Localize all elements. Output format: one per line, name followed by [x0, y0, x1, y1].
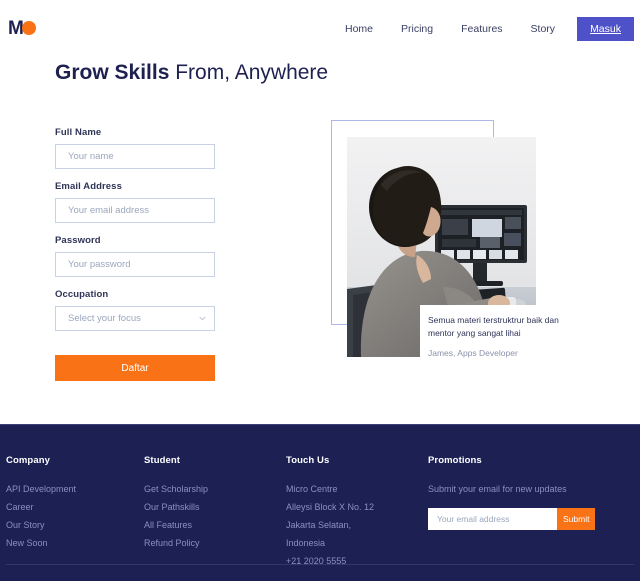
footer-column-title: Student — [144, 455, 181, 466]
occupation-select-value: Select your focus — [55, 306, 215, 331]
password-label: Password — [55, 235, 101, 246]
footer-column-title: Touch Us — [286, 455, 330, 466]
footer-link-refund-policy[interactable]: Refund Policy — [144, 534, 286, 552]
page-title: Grow Skills From, Anywhere — [55, 58, 345, 88]
footer-link-api-development[interactable]: API Development — [6, 480, 144, 498]
nav-item-story[interactable]: Story — [517, 17, 570, 41]
page-title-emphasis: Grow Skills — [55, 61, 170, 84]
footer-column-company: Company API Development Career Our Story… — [6, 455, 144, 570]
footer-link-career[interactable]: Career — [6, 498, 144, 516]
email-label: Email Address — [55, 181, 122, 192]
full-name-label: Full Name — [55, 127, 102, 138]
footer-top-divider — [0, 424, 640, 425]
nav-item-pricing[interactable]: Pricing — [387, 17, 447, 41]
footer-column-touch-us: Touch Us Micro Centre Alleysi Block X No… — [286, 455, 428, 570]
footer-address-line-1: Micro Centre — [286, 484, 338, 494]
footer-columns: Company API Development Career Our Story… — [6, 455, 640, 570]
footer-bottom-divider — [6, 564, 634, 565]
full-name-input[interactable] — [55, 144, 215, 169]
chevron-down-icon — [199, 315, 206, 322]
signup-form: Full Name Email Address Password Occupat… — [55, 127, 215, 343]
footer-column-promotions: Promotions Submit your email for new upd… — [428, 455, 628, 570]
register-button[interactable]: Daftar — [55, 355, 215, 381]
newsletter-submit-button[interactable]: Submit — [557, 508, 596, 530]
footer-column-student: Student Get Scholarship Our Pathskills A… — [144, 455, 286, 570]
occupation-select[interactable]: Select your focus — [55, 306, 215, 331]
orange-circle-icon — [22, 21, 36, 35]
footer-phone-number: +21 2020 5555 — [286, 556, 347, 566]
page-title-rest: From, Anywhere — [169, 61, 329, 84]
field-group-email: Email Address — [55, 181, 215, 223]
nav-item-features[interactable]: Features — [447, 17, 516, 41]
footer-address-line-2: Alleysi Block X No. 12 — [286, 502, 375, 512]
field-group-password: Password — [55, 235, 215, 277]
newsletter-email-input[interactable] — [428, 508, 557, 530]
site-header: M Home Pricing Features Story Masuk — [0, 0, 640, 57]
brand-logo[interactable]: M — [8, 19, 38, 38]
field-group-occupation: Occupation Select your focus — [55, 289, 215, 331]
footer-address-line-3: Jakarta Selatan, — [286, 520, 352, 530]
email-input[interactable] — [55, 198, 215, 223]
testimonial-quote: Semua materi terstruktrur baik dan mento… — [428, 315, 559, 338]
testimonial-author: James, Apps Developer — [428, 348, 518, 358]
login-button[interactable]: Masuk — [577, 17, 634, 41]
footer-column-title: Promotions — [428, 455, 482, 466]
occupation-label: Occupation — [55, 289, 109, 300]
footer-link-all-features[interactable]: All Features — [144, 516, 286, 534]
password-input[interactable] — [55, 252, 215, 277]
field-group-full-name: Full Name — [55, 127, 215, 169]
testimonial-card: Semua materi terstruktrur baik dan mento… — [420, 305, 568, 361]
main-navigation: Home Pricing Features Story Masuk — [331, 17, 634, 41]
footer-column-title: Company — [6, 455, 50, 466]
footer-address-line-4: Indonesia — [286, 538, 326, 548]
footer-link-our-story[interactable]: Our Story — [6, 516, 144, 534]
footer-link-get-scholarship[interactable]: Get Scholarship — [144, 480, 286, 498]
newsletter-description: Submit your email for new updates — [428, 484, 567, 494]
site-footer: Company API Development Career Our Story… — [0, 424, 640, 581]
footer-link-new-soon[interactable]: New Soon — [6, 534, 144, 552]
nav-item-home[interactable]: Home — [331, 17, 387, 41]
brand-letter-icon: M — [8, 18, 24, 39]
footer-link-our-pathskills[interactable]: Our Pathskills — [144, 498, 286, 516]
newsletter-form: Submit — [428, 508, 596, 530]
